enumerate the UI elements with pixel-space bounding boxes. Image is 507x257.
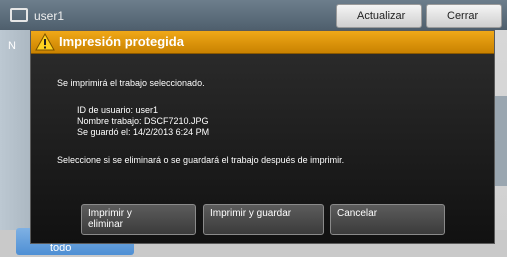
- dialog-title: Impresión protegida: [59, 34, 184, 49]
- user-id-line: ID de usuario: user1: [77, 105, 159, 115]
- left-column: [0, 30, 34, 230]
- dialog-body: Se imprimirá el trabajo seleccionado. ID…: [31, 54, 494, 243]
- cancel-label: Cancelar: [337, 208, 378, 219]
- print-and-delete-button[interactable]: Imprimir y eliminar: [81, 204, 196, 235]
- warning-icon: [35, 33, 55, 51]
- print-and-delete-label: Imprimir y eliminar: [88, 208, 132, 230]
- saved-date-line: Se guardó el: 14/2/2013 6:24 PM: [77, 127, 210, 137]
- printer-icon: [10, 8, 28, 22]
- dialog-message: Se imprimirá el trabajo seleccionado.: [57, 78, 205, 88]
- job-name-line: Nombre trabajo: DSCF7210.JPG: [77, 116, 209, 126]
- dialog-header: Impresión protegida: [31, 31, 494, 54]
- dialog-question: Seleccione si se eliminará o se guardará…: [57, 155, 345, 165]
- print-and-save-button[interactable]: Imprimir y guardar: [203, 204, 324, 235]
- left-letter: N: [8, 40, 16, 52]
- refresh-label: Actualizar: [357, 10, 406, 22]
- secure-print-dialog: Impresión protegida Se imprimirá el trab…: [30, 30, 495, 244]
- print-and-save-label: Imprimir y guardar: [210, 208, 292, 219]
- user-name: user1: [34, 9, 65, 23]
- cancel-button[interactable]: Cancelar: [330, 204, 445, 235]
- refresh-button[interactable]: Actualizar: [336, 4, 422, 28]
- close-button[interactable]: Cerrar: [426, 4, 502, 28]
- close-label: Cerrar: [447, 10, 479, 22]
